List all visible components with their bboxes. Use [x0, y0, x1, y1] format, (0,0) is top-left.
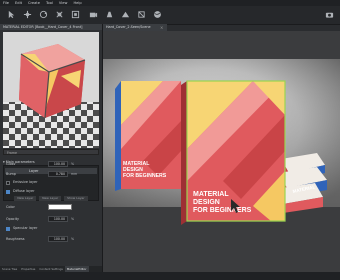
toolbar [0, 6, 340, 25]
snapshot-tool-button[interactable] [324, 9, 334, 19]
select-tool-button[interactable] [6, 9, 16, 19]
material-preview[interactable] [3, 32, 99, 148]
specular-layer-label: Specular layer [13, 226, 38, 230]
opacity-label: Opacity [6, 217, 20, 221]
menu-help[interactable]: Help [70, 1, 84, 5]
specular-layer-checkbox[interactable] [6, 227, 10, 231]
move-tool-button[interactable] [22, 9, 32, 19]
document-tab[interactable]: Hard_Cover_2.Seen/Scene [103, 24, 167, 31]
camera-tool-button[interactable] [88, 9, 98, 19]
book-scene: MATERIAL DESIGN FOR BEGINNERS MATERIAL M… [103, 31, 340, 272]
roughness-unit: % [71, 237, 75, 241]
preview-toolbar[interactable]: Frame [3, 149, 99, 155]
close-tab-icon[interactable]: × [160, 24, 163, 31]
menu-view[interactable]: View [56, 1, 71, 5]
emissive-layer-checkbox[interactable] [6, 181, 10, 185]
new-layer-button-2[interactable]: New Layer [39, 196, 62, 201]
gloss-field[interactable]: 100.00 [48, 161, 68, 167]
globe-icon [153, 10, 161, 18]
layer-name: Layer [29, 169, 39, 173]
menu-file[interactable]: File [0, 1, 12, 5]
scale-tool-button[interactable] [54, 9, 64, 19]
camera-snapshot-icon [325, 12, 333, 18]
show-layer-button[interactable]: Show Layer [64, 196, 88, 201]
diffuse-layer-label: Diffuse layer [13, 189, 35, 193]
back-book-title-3: FOR BEGINNERS [123, 173, 167, 179]
gloss-label: Gloss [6, 162, 16, 166]
book-title-line1: MATERIAL [193, 191, 229, 198]
render-icon [137, 10, 145, 18]
book-title-line3: FOR BEGINNERS [193, 207, 252, 214]
bump-field[interactable]: 0.780 [48, 171, 68, 177]
frame-icon [71, 10, 79, 18]
menu-edit[interactable]: Edit [12, 1, 25, 5]
preview-label: Frame [7, 151, 17, 155]
preview-cube-image [3, 32, 99, 148]
roughness-field[interactable]: 100.00 [48, 236, 68, 242]
share-icon [121, 11, 129, 17]
emissive-layer-label: Emissive layer [13, 180, 38, 184]
bump-unit: mm [71, 172, 78, 176]
rotate-tool-button[interactable] [38, 9, 48, 19]
opacity-field[interactable]: 100.00 [48, 216, 68, 222]
menu-create[interactable]: Create [25, 1, 43, 5]
gloss-unit: % [71, 162, 75, 166]
new-layer-button[interactable]: New Layer [14, 196, 37, 201]
book-title-line2: DESIGN [193, 199, 220, 206]
share-tool-button[interactable] [120, 9, 130, 19]
color-swatch[interactable] [48, 204, 72, 210]
frame-tool-button[interactable] [70, 9, 80, 19]
environment-tool-button[interactable] [152, 9, 162, 19]
menu-tool[interactable]: Tool [43, 1, 56, 5]
scale-icon [55, 10, 63, 18]
arrow-cursor-icon [8, 10, 14, 18]
camera-icon [89, 12, 97, 17]
opacity-unit: % [71, 217, 75, 221]
roughness-label: Roughness [6, 237, 25, 241]
color-label: Color [6, 205, 15, 209]
rotate-icon [39, 10, 47, 18]
render-tool-button[interactable] [136, 9, 146, 19]
bump-label: Bump [6, 172, 16, 176]
status-bar [0, 272, 340, 280]
render-viewport[interactable]: MATERIAL DESIGN FOR BEGINNERS MATERIAL M… [103, 31, 340, 272]
move-icon [23, 10, 31, 18]
material-editor-panel: MATERIAL EDITOR [Book__Hard_Cover_4 Fron… [0, 24, 103, 272]
layer-buttons: New Layer New Layer Show Layer [3, 196, 99, 201]
diffuse-layer-checkbox[interactable] [6, 190, 10, 194]
light-icon [106, 11, 112, 17]
light-tool-button[interactable] [104, 9, 114, 19]
panel-title: MATERIAL EDITOR [Book__Hard_Cover_4 Fron… [0, 24, 102, 30]
